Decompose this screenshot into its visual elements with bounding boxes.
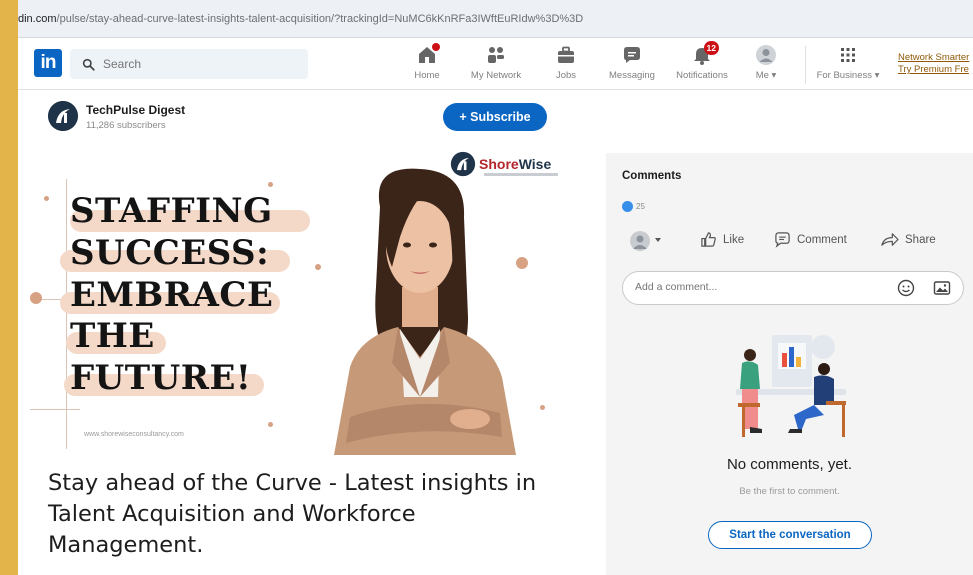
search-icon xyxy=(82,58,95,71)
article-title: Stay ahead of the Curve - Latest insight… xyxy=(48,470,537,558)
comments-panel: Comments 25 Like Comment Share Add a com… xyxy=(606,153,973,575)
comments-heading: Comments xyxy=(622,170,682,182)
cover-headline-line: FUTURE! xyxy=(70,358,252,398)
nav-messaging[interactable]: Messaging xyxy=(604,44,660,86)
comment-label: Comment xyxy=(797,233,847,246)
emoji-icon[interactable] xyxy=(897,279,915,297)
search-box[interactable] xyxy=(70,49,308,79)
cover-headline-line: STAFFING xyxy=(70,191,273,231)
like-label: Like xyxy=(723,233,745,246)
bell-icon: 12 xyxy=(691,41,719,66)
decor-dot xyxy=(30,292,42,304)
home-badge xyxy=(432,43,440,51)
premium-line-2: Try Premium Fre xyxy=(898,64,969,75)
url-host: din.com xyxy=(18,12,57,25)
nav-home-label: Home xyxy=(414,70,440,81)
linkedin-logo[interactable]: in xyxy=(34,49,62,77)
nav-jobs-label: Jobs xyxy=(555,70,577,81)
start-conversation-button[interactable]: Start the conversation xyxy=(708,521,872,549)
empty-state-title: No comments, yet. xyxy=(726,456,853,473)
grid-icon xyxy=(837,44,859,66)
empty-comments-illustration xyxy=(736,335,846,437)
nav-my-network-label: My Network xyxy=(470,70,522,81)
nav-for-business-label: For Business ▾ xyxy=(816,70,880,81)
nav-home[interactable]: Home xyxy=(402,43,452,86)
social-actions-bar: Like Comment Share xyxy=(622,229,962,255)
chevron-down-icon[interactable] xyxy=(655,238,661,242)
thumbs-up-icon xyxy=(701,232,716,247)
share-arrow-icon xyxy=(881,233,899,246)
share-button[interactable]: Share xyxy=(880,231,936,248)
home-icon xyxy=(416,43,440,66)
premium-line-1: Network Smarter xyxy=(898,52,970,63)
nav-me-label: Me ▾ xyxy=(755,70,777,81)
network-icon xyxy=(485,44,507,66)
nav-jobs[interactable]: Jobs xyxy=(546,44,586,86)
like-reaction-icon xyxy=(622,201,633,212)
cover-headline-line: SUCCESS: xyxy=(70,233,270,273)
image-icon[interactable] xyxy=(933,279,951,297)
actor-avatar-icon[interactable] xyxy=(630,231,650,251)
comment-button[interactable]: Comment xyxy=(774,231,847,248)
browser-address-bar[interactable]: din.com/pulse/stay-ahead-curve-latest-in… xyxy=(18,0,973,38)
notifications-badge: 12 xyxy=(703,41,719,55)
comment-input[interactable] xyxy=(635,281,875,293)
url-text[interactable]: din.com/pulse/stay-ahead-curve-latest-in… xyxy=(18,13,583,25)
decor-dot xyxy=(44,196,49,201)
url-path: /pulse/stay-ahead-curve-latest-insights-… xyxy=(56,12,584,25)
businesswoman-image xyxy=(334,168,516,455)
decor-dot xyxy=(268,422,273,427)
article-cover-image: STAFFING SUCCESS: EMBRACE THE FUTURE! Sh… xyxy=(30,149,575,455)
briefcase-icon xyxy=(555,44,577,66)
newsletter-name[interactable]: TechPulse Digest xyxy=(86,103,185,117)
linkedin-top-nav: in Home My Network Jobs Messaging 12 xyxy=(18,38,973,90)
decor-dot xyxy=(268,182,273,187)
like-button[interactable]: Like xyxy=(700,231,744,248)
nav-messaging-label: Messaging xyxy=(609,70,655,81)
subscriber-count: 11,286 subscribers xyxy=(86,120,166,131)
comment-box[interactable] xyxy=(622,271,964,305)
comment-icon xyxy=(775,232,790,248)
cover-headline-line: THE xyxy=(70,316,155,356)
nav-notifications[interactable]: 12 Notifications xyxy=(670,41,734,86)
decor-line xyxy=(30,409,80,410)
nav-notifications-label: Notifications xyxy=(676,70,728,81)
avatar-icon xyxy=(755,44,777,66)
premium-link[interactable]: Network Smarter Try Premium Fre xyxy=(898,52,969,76)
nav-my-network[interactable]: My Network xyxy=(464,44,528,86)
share-label: Share xyxy=(905,233,936,246)
cover-headline-line: EMBRACE xyxy=(70,275,274,315)
subscribe-button[interactable]: + Subscribe xyxy=(443,103,547,131)
nav-divider xyxy=(805,46,806,84)
reaction-count: 25 xyxy=(636,202,645,211)
empty-state-subtitle: Be the first to comment. xyxy=(739,486,840,497)
message-icon xyxy=(621,44,643,66)
cover-footer-url: www.shorewiseconsultancy.com xyxy=(84,431,184,438)
newsletter-logo[interactable] xyxy=(48,101,78,131)
reactions-summary[interactable]: 25 xyxy=(622,201,645,212)
nav-me[interactable]: Me ▾ xyxy=(746,44,786,86)
left-margin-strip xyxy=(0,0,18,575)
search-input[interactable] xyxy=(103,57,283,71)
nav-for-business[interactable]: For Business ▾ xyxy=(811,44,885,86)
